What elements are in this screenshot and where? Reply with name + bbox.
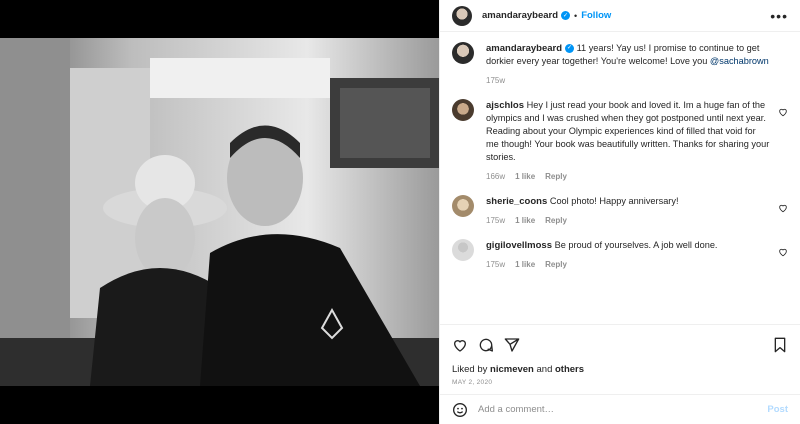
add-comment-bar: Add a comment… Post <box>440 394 800 424</box>
comment-avatar[interactable] <box>452 195 474 217</box>
caption: amandaraybeard ✓ 11 years! Yay us! I prom… <box>452 42 788 87</box>
comment-likes[interactable]: 1 like <box>515 214 535 227</box>
comment-time: 175w <box>486 260 506 269</box>
reply-button[interactable]: Reply <box>545 170 567 183</box>
heart-icon[interactable] <box>778 107 788 117</box>
comment-username[interactable]: sherie_coons <box>486 196 547 207</box>
comment-avatar[interactable] <box>452 99 474 121</box>
comment-username[interactable]: gigilovellmoss <box>486 240 552 251</box>
comment-username[interactable]: ajschlos <box>486 100 524 111</box>
comment-item: ajschlos Hey I just read your book and l… <box>452 99 788 183</box>
likes-mid: and <box>536 364 553 375</box>
heart-icon[interactable] <box>452 337 468 353</box>
comment-avatar[interactable] <box>452 239 474 261</box>
author-username[interactable]: amandaraybeard <box>482 10 558 21</box>
likes-prefix: Liked by <box>452 364 488 375</box>
heart-icon[interactable] <box>778 203 788 213</box>
comment-item: gigilovellmoss Be proud of yourselves. A… <box>452 239 788 271</box>
caption-avatar[interactable] <box>452 42 474 64</box>
likes-others[interactable]: others <box>555 364 584 375</box>
post-header: amandaraybeard ✓ • Follow ••• <box>440 0 800 32</box>
comment-time: 175w <box>486 216 506 225</box>
post-actions <box>440 324 800 364</box>
comment-likes[interactable]: 1 like <box>515 258 535 271</box>
comment-time: 166w <box>486 172 506 181</box>
reply-button[interactable]: Reply <box>545 214 567 227</box>
post-date: MAY 2, 2020 <box>452 379 493 386</box>
comment-icon[interactable] <box>478 337 494 353</box>
likes-summary: Liked by nicmeven and others <box>440 364 800 375</box>
emoji-icon[interactable] <box>452 402 468 418</box>
share-icon[interactable] <box>504 337 520 353</box>
separator-dot: • <box>574 10 578 21</box>
comment-item: sherie_coons Cool photo! Happy anniversa… <box>452 195 788 227</box>
post-sidebar: amandaraybeard ✓ • Follow ••• amandarayb… <box>439 0 800 424</box>
likes-user[interactable]: nicmeven <box>490 364 534 375</box>
caption-mention[interactable]: @sachabrown <box>710 56 769 66</box>
post-button[interactable]: Post <box>767 404 788 415</box>
verified-icon: ✓ <box>561 11 571 20</box>
comment-likes[interactable]: 1 like <box>515 170 535 183</box>
author-avatar[interactable] <box>452 5 472 26</box>
comment-text: Be proud of yourselves. A job well done. <box>554 240 718 250</box>
reply-button[interactable]: Reply <box>545 258 567 271</box>
follow-button[interactable]: Follow <box>581 10 611 21</box>
more-icon[interactable]: ••• <box>770 8 788 24</box>
photo-image <box>0 38 439 386</box>
comment-text: Hey I just read your book and loved it. … <box>486 100 770 162</box>
comment-input[interactable]: Add a comment… <box>478 404 767 415</box>
caption-time: 175w <box>486 76 506 85</box>
post-dialog: amandaraybeard ✓ • Follow ••• amandarayb… <box>0 0 800 424</box>
comment-text: Cool photo! Happy anniversary! <box>549 196 679 206</box>
comments-list[interactable]: amandaraybeard ✓ 11 years! Yay us! I prom… <box>440 32 800 324</box>
post-media <box>0 0 439 424</box>
save-icon[interactable] <box>772 337 788 353</box>
heart-icon[interactable] <box>778 247 788 257</box>
verified-icon: ✓ <box>565 44 575 54</box>
caption-username[interactable]: amandaraybeard <box>486 43 562 54</box>
post-photo[interactable] <box>0 38 439 386</box>
